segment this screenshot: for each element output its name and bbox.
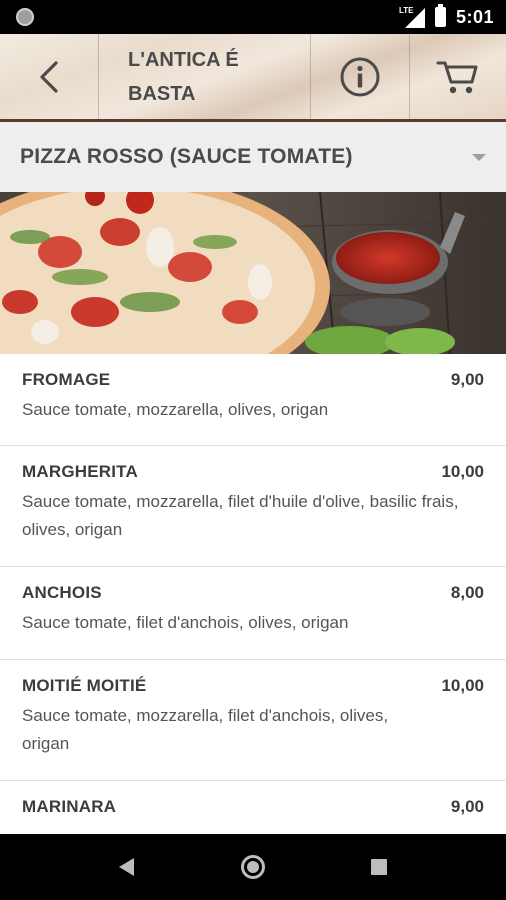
item-header: FROMAGE 9,00 xyxy=(22,370,484,390)
item-price: 10,00 xyxy=(441,462,484,481)
category-label: PIZZA ROSSO (SAUCE TOMATE) xyxy=(20,145,353,168)
menu-list: FROMAGE 9,00 Sauce tomate, mozzarella, o… xyxy=(0,354,506,834)
clock: 5:01 xyxy=(455,6,494,27)
item-name: MARGHERITA xyxy=(22,462,138,481)
menu-item[interactable]: FROMAGE 9,00 Sauce tomate, mozzarella, o… xyxy=(0,354,506,446)
navigation-bar xyxy=(0,834,506,900)
item-price: 10,00 xyxy=(441,676,484,695)
status-bar: LTE 5:01 xyxy=(0,0,506,34)
item-price: 9,00 xyxy=(450,797,484,816)
menu-item[interactable]: MARINARA 9,00 xyxy=(0,781,506,834)
item-header: ANCHOIS 8,00 xyxy=(22,583,484,603)
chevron-down-icon xyxy=(472,154,486,161)
battery-icon xyxy=(434,4,446,27)
back-button[interactable] xyxy=(0,34,98,119)
status-icons: LTE 5:01 xyxy=(399,0,494,34)
cart-button[interactable] xyxy=(410,34,506,119)
signal-icon: LTE xyxy=(399,6,425,28)
info-button[interactable] xyxy=(311,34,409,119)
item-header: MARINARA 9,00 xyxy=(22,797,484,817)
nav-back-icon[interactable] xyxy=(119,858,134,876)
item-name: MARINARA xyxy=(22,797,117,816)
info-icon xyxy=(340,57,380,96)
item-description: Sauce tomate, filet d'anchois, olives, o… xyxy=(22,613,349,632)
cart-icon xyxy=(436,61,478,93)
back-arrow-icon xyxy=(40,60,58,93)
item-description: Sauce tomate, mozzarella, filet d'huile … xyxy=(22,492,459,539)
title-container: L'ANTICA É BASTA xyxy=(99,34,310,119)
item-name: FROMAGE xyxy=(22,370,111,389)
item-name: ANCHOIS xyxy=(22,583,102,602)
category-dropdown[interactable]: PIZZA ROSSO (SAUCE TOMATE) xyxy=(0,122,506,192)
item-name: MOITIÉ MOITIÉ xyxy=(22,676,147,695)
menu-item[interactable]: ANCHOIS 8,00 Sauce tomate, filet d'ancho… xyxy=(0,567,506,660)
item-price: 8,00 xyxy=(450,583,484,602)
item-description: Sauce tomate, mozzarella, olives, origan xyxy=(22,400,329,419)
page-title: L'ANTICA É BASTA xyxy=(128,48,239,105)
item-price: 9,00 xyxy=(450,370,484,389)
item-description: Sauce tomate, mozzarella, filet d'anchoi… xyxy=(22,706,389,753)
category-image xyxy=(0,192,506,354)
nav-recents-icon[interactable] xyxy=(371,859,387,875)
notification-icon xyxy=(16,8,34,26)
menu-item[interactable]: MARGHERITA 10,00 Sauce tomate, mozzarell… xyxy=(0,446,506,567)
app-header: L'ANTICA É BASTA xyxy=(0,34,506,122)
nav-home-icon[interactable] xyxy=(241,855,265,879)
item-header: MOITIÉ MOITIÉ 10,00 xyxy=(22,676,484,696)
menu-item[interactable]: MOITIÉ MOITIÉ 10,00 Sauce tomate, mozzar… xyxy=(0,660,506,781)
item-header: MARGHERITA 10,00 xyxy=(22,462,484,482)
